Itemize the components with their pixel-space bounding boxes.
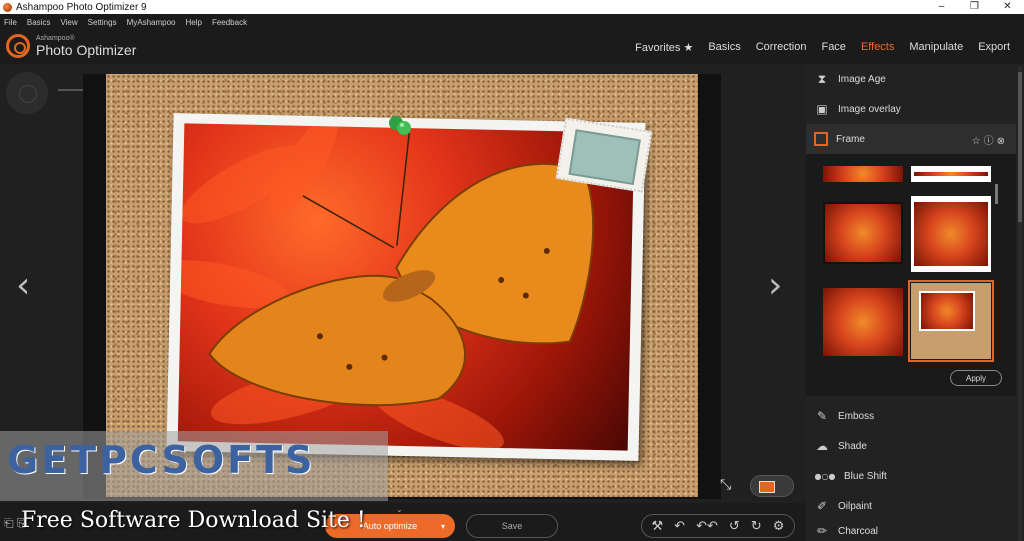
watermark-title: GETPCSOFTS (7, 438, 316, 482)
menu-feedback[interactable]: Feedback (212, 18, 247, 27)
menu-file[interactable]: File (4, 18, 17, 27)
frame-thumbnail[interactable] (823, 166, 903, 182)
effect-image-overlay[interactable]: ▣ Image overlay (806, 94, 1016, 124)
apply-button[interactable]: Apply (950, 370, 1002, 386)
close-button[interactable]: ✕ (991, 0, 1024, 14)
logo-ring-icon (6, 34, 30, 58)
effect-label: Shade (838, 440, 867, 452)
effect-oilpaint[interactable]: ✐ Oilpaint (806, 491, 1016, 521)
menu-settings[interactable]: Settings (88, 18, 117, 27)
logo-brand: Ashampoo® (36, 35, 75, 42)
magic-wand-icon[interactable]: ⚒ (652, 519, 664, 534)
view-mode-toggle[interactable] (750, 475, 794, 497)
frame-thumbnails (806, 154, 1016, 396)
menu-myashampoo[interactable]: MyAshampoo (127, 18, 176, 27)
menu-basics[interactable]: Basics (27, 18, 51, 27)
effect-emboss[interactable]: ✎ Emboss (806, 401, 1016, 431)
frame-thumbnail-selected[interactable] (908, 280, 994, 362)
auto-optimize-label: Auto optimize (362, 521, 418, 531)
save-button[interactable]: Save (466, 514, 558, 538)
frame-thumbnail[interactable] (911, 166, 991, 182)
shade-icon: ☁ (816, 439, 828, 453)
effect-label: Image overlay (838, 103, 901, 115)
split-view-icon (759, 481, 775, 493)
app-icon (3, 2, 12, 12)
frame-actions-icons[interactable]: ☆ⓘ⊗ (972, 132, 1008, 147)
menu-bar: File Basics View Settings MyAshampoo Hel… (0, 14, 1024, 31)
thumbnails-scrollbar[interactable] (995, 184, 998, 204)
effect-image-age[interactable]: ⧗ Image Age (806, 64, 1016, 94)
hourglass-icon: ⧗ (817, 71, 827, 86)
menu-view[interactable]: View (60, 18, 77, 27)
app-header: Ashampoo® Photo Optimizer Favorites ★ Ba… (0, 31, 1024, 64)
frame-thumbnail[interactable] (823, 202, 903, 264)
collapse-chevron-icon[interactable]: ⌄ (396, 505, 403, 514)
frame-icon (814, 132, 828, 146)
emboss-icon: ✎ (816, 409, 828, 423)
pan-joystick[interactable] (6, 72, 48, 114)
minimize-button[interactable]: – (925, 0, 958, 14)
title-bar: Ashampoo Photo Optimizer 9 – ❐ ✕ (0, 0, 1024, 14)
effect-blue-shift[interactable]: ●○● Blue Shift (806, 461, 1016, 491)
tab-export[interactable]: Export (978, 41, 1010, 54)
rotate-right-icon[interactable]: ↻ (751, 519, 762, 534)
app-logo: Ashampoo® Photo Optimizer (6, 34, 136, 58)
effect-charcoal[interactable]: ✏ Charcoal (806, 521, 1016, 541)
undo-all-icon[interactable]: ↶↶ (696, 519, 718, 534)
dropdown-caret-icon[interactable]: ▾ (441, 522, 445, 531)
effects-scrollbar[interactable] (1018, 66, 1022, 541)
logo-product: Photo Optimizer (36, 42, 137, 58)
tab-favorites[interactable]: Favorites ★ (635, 41, 693, 54)
compare-icon[interactable]: ⤡ (720, 476, 731, 493)
next-image-arrow[interactable]: › (768, 266, 782, 306)
effect-label: Image Age (838, 73, 886, 85)
pushpin-icon (389, 116, 411, 135)
tool-buttons: ⚒ ↶ ↶↶ ↺ ↻ ⚙ (641, 514, 795, 538)
effect-frame[interactable]: Frame ☆ⓘ⊗ (806, 124, 1016, 154)
effect-label: Frame (836, 133, 865, 145)
watermark-subtitle: Free Software Download Site ! (21, 508, 366, 533)
undo-icon[interactable]: ↶ (674, 519, 685, 534)
tab-manipulate[interactable]: Manipulate (909, 41, 963, 54)
settings-gear-icon[interactable]: ⚙ (773, 519, 785, 534)
effect-shade[interactable]: ☁ Shade (806, 431, 1016, 461)
frame-thumbnail[interactable] (823, 288, 903, 356)
menu-help[interactable]: Help (185, 18, 201, 27)
tab-basics[interactable]: Basics (708, 41, 740, 54)
charcoal-icon: ✏ (816, 524, 828, 538)
effect-label: Oilpaint (838, 500, 872, 512)
maximize-button[interactable]: ❐ (958, 0, 991, 14)
window-title: Ashampoo Photo Optimizer 9 (16, 1, 147, 13)
blue-shift-icon: ●○● (814, 471, 836, 481)
rotate-left-icon[interactable]: ↺ (729, 519, 740, 534)
effect-label: Charcoal (838, 525, 879, 537)
tab-correction[interactable]: Correction (756, 41, 807, 54)
effect-label: Blue Shift (844, 470, 887, 482)
overlay-icon: ▣ (816, 102, 828, 116)
effect-label: Emboss (838, 410, 875, 422)
main-tabs: Favorites ★ Basics Correction Face Effec… (620, 41, 1010, 54)
frame-thumbnail[interactable] (911, 196, 991, 272)
tab-face[interactable]: Face (821, 41, 845, 54)
previous-image-arrow[interactable]: ‹ (16, 266, 30, 306)
scrollbar-thumb[interactable] (1018, 72, 1022, 222)
tab-effects[interactable]: Effects (861, 41, 894, 54)
oilpaint-icon: ✐ (816, 499, 828, 513)
